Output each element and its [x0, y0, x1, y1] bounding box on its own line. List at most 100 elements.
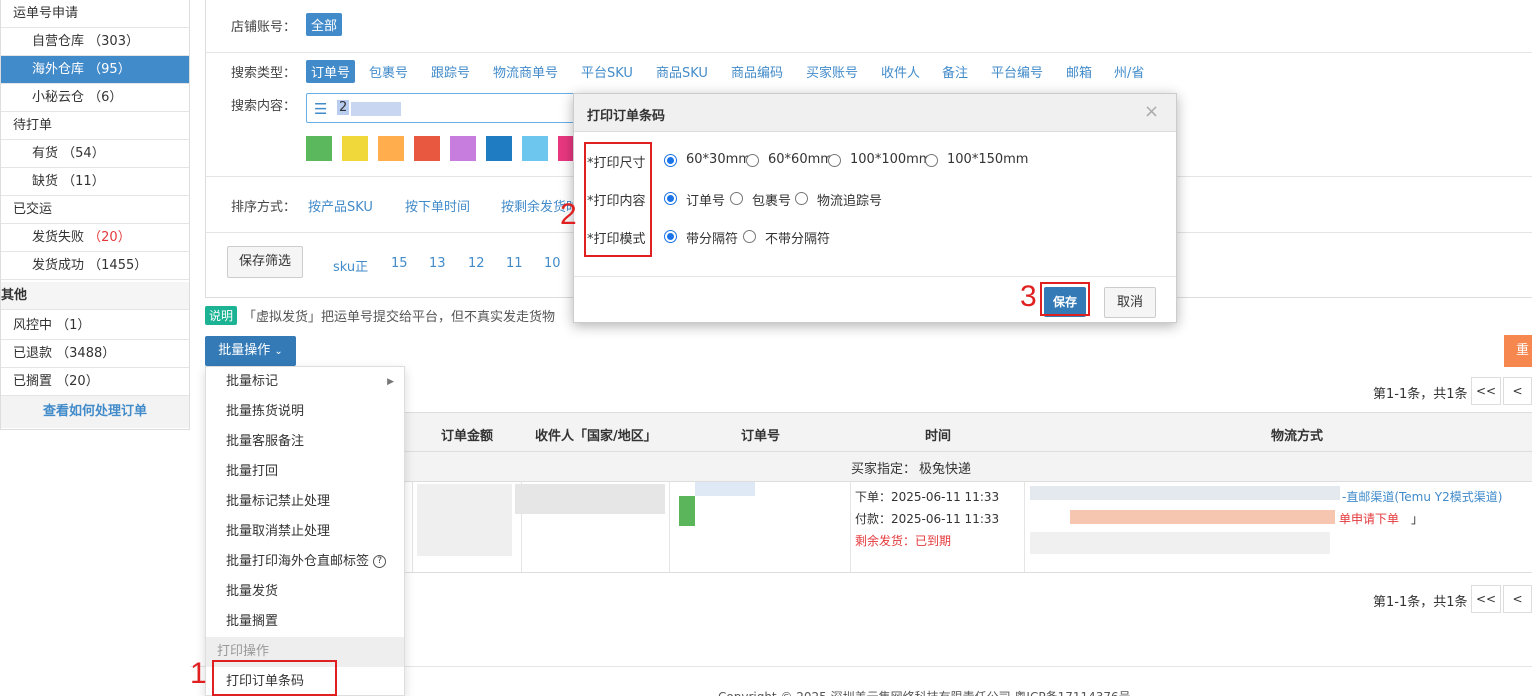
sidebar-item-risk-control[interactable]: 风控中 （1） [1, 312, 189, 340]
sidebar-item-count: （54） [62, 146, 105, 161]
search-type-platform-id[interactable]: 平台编号 [991, 62, 1043, 81]
sidebar-group-to-print[interactable]: 待打单 [1, 112, 189, 140]
saved-filter-11[interactable]: 11 [506, 256, 523, 271]
sidebar-item-count: （6） [88, 90, 123, 105]
radio-size-100x100[interactable] [828, 154, 841, 167]
group-value: 极兔快递 [919, 462, 972, 477]
radio-content-package-no[interactable] [730, 192, 743, 205]
menu-item-batch-hold[interactable]: 批量搁置 [206, 607, 404, 637]
menu-item-batch-unforbid[interactable]: 批量取消禁止处理 [206, 517, 404, 547]
sidebar-item-refunded[interactable]: 已退款 （3488） [1, 340, 189, 368]
dialog-footer-divider [574, 276, 1176, 277]
color-swatch-orange[interactable] [378, 136, 404, 161]
radio-size-100x150[interactable] [925, 154, 938, 167]
sidebar-item-label: 发货成功 [32, 258, 85, 273]
sidebar-item-on-hold[interactable]: 已搁置 （20） [1, 368, 189, 396]
sidebar-item-ship-failed[interactable]: 发货失败 （20） [1, 224, 189, 252]
blurred-content [695, 482, 755, 496]
radio-content-order-no[interactable] [664, 192, 677, 205]
reset-button[interactable]: 重 [1504, 335, 1532, 367]
saved-filter-sku[interactable]: sku正 [333, 256, 368, 275]
search-type-carrier-no[interactable]: 物流商单号 [493, 62, 558, 81]
batch-menu: 批量标记 ▶ 批量拣货说明 批量客服备注 批量打回 批量标记禁止处理 批量取消禁止… [205, 366, 405, 696]
radio-size-60x60[interactable] [746, 154, 759, 167]
sidebar-item-count: （303） [88, 34, 139, 49]
sidebar-group-waybill[interactable]: 运单号申请 [1, 0, 189, 28]
saved-filter-13[interactable]: 13 [429, 256, 446, 271]
search-type-order-no[interactable]: 订单号 [306, 60, 356, 83]
sidebar-item-cloud-warehouse[interactable]: 小秘云仓 （6） [1, 84, 189, 112]
menu-item-batch-ship[interactable]: 批量发货 [206, 577, 404, 607]
sidebar-item-count: （1455） [88, 258, 148, 273]
divider [669, 482, 670, 572]
color-swatch-red[interactable] [414, 136, 440, 161]
color-swatch-purple[interactable] [450, 136, 476, 161]
blurred-content [417, 484, 512, 556]
sort-by-order-time[interactable]: 按下单时间 [405, 196, 470, 215]
sidebar-group-shipped[interactable]: 已交运 [1, 196, 189, 224]
search-type-buyer-account[interactable]: 买家账号 [806, 62, 858, 81]
radio-mode-with-separator[interactable] [664, 230, 677, 243]
radio-size-60x30[interactable] [664, 154, 677, 167]
search-type-tracking-no[interactable]: 跟踪号 [431, 62, 470, 81]
search-type-product-sku[interactable]: 商品SKU [656, 62, 708, 81]
color-swatch-yellow[interactable] [342, 136, 368, 161]
blurred-content [1030, 486, 1340, 500]
cancel-button[interactable]: 取消 [1104, 287, 1156, 318]
shop-all-tag[interactable]: 全部 [306, 13, 343, 36]
pager-prev-button-bottom[interactable]: < [1503, 585, 1532, 613]
sidebar-item-label: 待打单 [13, 118, 53, 133]
color-swatch-blue[interactable] [486, 136, 512, 161]
color-swatch-green[interactable] [306, 136, 332, 161]
pager-prev-button[interactable]: < [1503, 377, 1532, 405]
menu-item-label: 批量标记 [226, 374, 279, 389]
pager-first-button-bottom[interactable]: << [1471, 585, 1501, 613]
close-icon[interactable]: × [1144, 101, 1159, 122]
list-icon: ☰ [314, 100, 328, 118]
logistics-note-end: 」 [1411, 512, 1424, 526]
pager-first-button[interactable]: << [1471, 377, 1501, 405]
menu-item-batch-picking-note[interactable]: 批量拣货说明 [206, 397, 404, 427]
order-time: 下单：2025-06-11 11:33 [855, 490, 1000, 504]
menu-item-batch-mark[interactable]: 批量标记 ▶ [206, 367, 404, 397]
highlight-save-button [1040, 282, 1090, 316]
sidebar-item-label: 有货 [32, 146, 59, 161]
sidebar-item-overseas-warehouse[interactable]: 海外仓库 （95） [1, 56, 189, 84]
search-type-state[interactable]: 州/省 [1114, 62, 1144, 81]
sidebar-item-count: （1） [56, 318, 91, 333]
search-type-platform-sku[interactable]: 平台SKU [581, 62, 633, 81]
search-input[interactable]: ☰ 2 [306, 93, 576, 123]
radio-content-tracking-no[interactable] [795, 192, 808, 205]
batch-operation-button[interactable]: 批量操作 ⌄ [205, 336, 296, 366]
menu-item-batch-cs-remark[interactable]: 批量客服备注 [206, 427, 404, 457]
sidebar-item-own-warehouse[interactable]: 自营仓库 （303） [1, 28, 189, 56]
search-type-remark[interactable]: 备注 [942, 62, 968, 81]
radio-mode-without-separator[interactable] [743, 230, 756, 243]
search-type-product-code[interactable]: 商品编码 [731, 62, 783, 81]
save-filter-button[interactable]: 保存筛选 [227, 246, 303, 278]
sidebar-item-ship-success[interactable]: 发货成功 （1455） [1, 252, 189, 280]
search-type-package-no[interactable]: 包裹号 [369, 62, 408, 81]
group-label: 买家指定： [851, 462, 917, 477]
sidebar-item-out-of-stock[interactable]: 缺货 （11） [1, 168, 189, 196]
saved-filter-10[interactable]: 10 [544, 256, 561, 271]
sidebar-item-in-stock[interactable]: 有货 （54） [1, 140, 189, 168]
sort-by-sku[interactable]: 按产品SKU [308, 196, 373, 215]
footer-copyright: Copyright © 2025 深圳美云集网络科技有限责任公司 粤ICP备17… [718, 688, 1131, 696]
help-link[interactable]: 查看如何处理订单 [1, 396, 189, 428]
color-swatch-light-blue[interactable] [522, 136, 548, 161]
menu-item-batch-print-overseas-label[interactable]: 批量打印海外仓直邮标签 ? [206, 547, 404, 577]
pager-info: 第1-1条，共1条 [1373, 387, 1468, 402]
notice-badge: 说明 [205, 306, 238, 325]
saved-filter-15[interactable]: 15 [391, 256, 408, 271]
search-type-email[interactable]: 邮箱 [1066, 62, 1092, 81]
menu-item-batch-return[interactable]: 批量打回 [206, 457, 404, 487]
logistics-channel-link[interactable]: -直邮渠道(Temu Y2模式渠道) [1342, 488, 1502, 505]
color-swatch-pink[interactable] [558, 136, 573, 161]
saved-filter-12[interactable]: 12 [468, 256, 485, 271]
help-icon[interactable]: ? [373, 555, 387, 568]
status-color-tag [679, 496, 695, 526]
search-type-recipient[interactable]: 收件人 [881, 62, 920, 81]
menu-item-batch-forbid[interactable]: 批量标记禁止处理 [206, 487, 404, 517]
table-row[interactable]: 下单：2025-06-11 11:33 付款：2025-06-11 11:33 … [405, 482, 1532, 573]
